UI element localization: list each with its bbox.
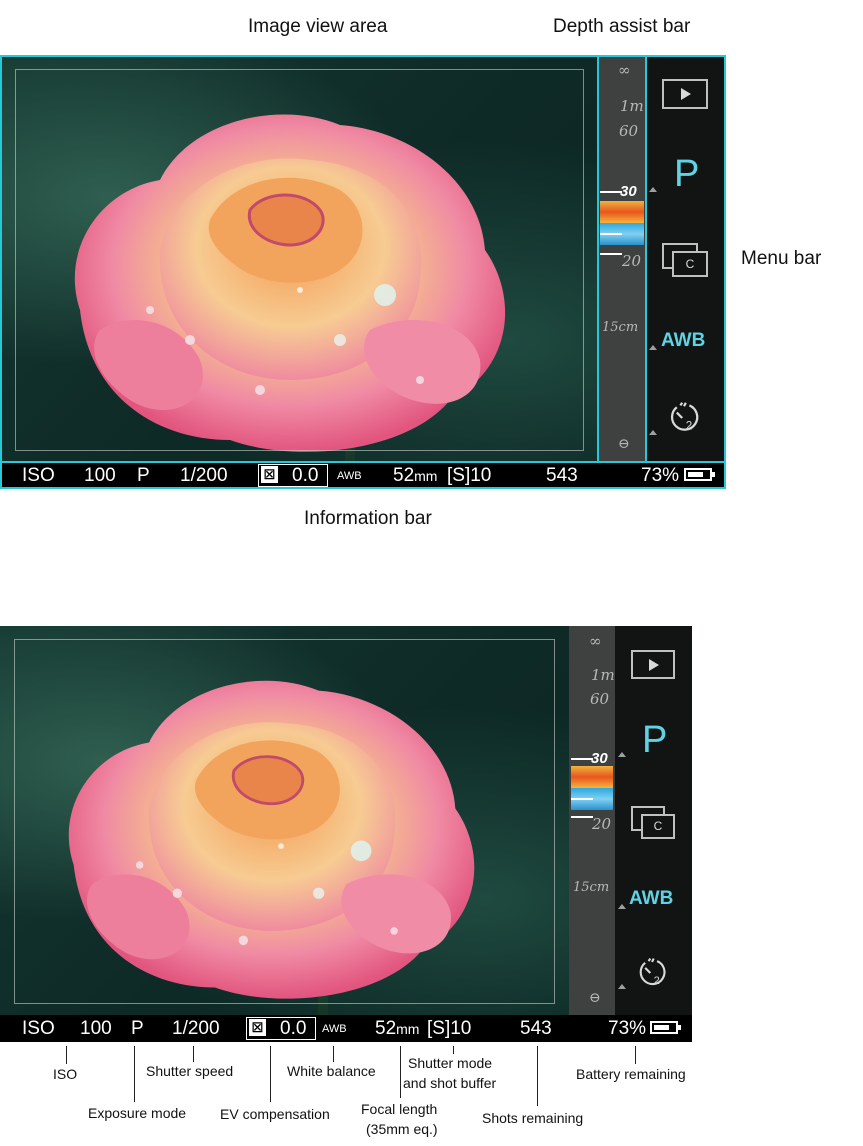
leader-ev-compensation bbox=[270, 1046, 271, 1102]
play-icon[interactable] bbox=[631, 650, 675, 679]
shutter-mode-buffer: [S]10 bbox=[427, 1018, 472, 1039]
information-bar-highlight bbox=[0, 461, 726, 489]
battery-icon bbox=[650, 1021, 681, 1034]
depth-30: 30 bbox=[591, 750, 608, 767]
depth-15cm: 15cm bbox=[573, 880, 610, 895]
white-balance: AWB bbox=[322, 1023, 347, 1035]
menu-bar-label: Menu bar bbox=[741, 248, 822, 269]
leader-exposure-mode bbox=[134, 1046, 135, 1102]
menu-bar: P C AWB 2 bbox=[615, 626, 692, 1015]
image-view-area[interactable] bbox=[0, 626, 569, 1015]
depth-20: 20 bbox=[592, 815, 612, 833]
ev-compensation-icon: ☒ bbox=[249, 1019, 266, 1036]
exposure-mode: P bbox=[131, 1018, 144, 1039]
focal-length: 52mm bbox=[375, 1018, 420, 1039]
information-bar: ISO 100 P 1/200 ☒ 0.0 AWB 52mm [S]10 543… bbox=[0, 1015, 692, 1042]
depth-infinity: ∞ bbox=[589, 632, 602, 650]
leader-white-balance bbox=[333, 1046, 334, 1062]
annotation-focal-length: Focal length bbox=[361, 1101, 438, 1117]
depth-1m: 1m bbox=[591, 666, 615, 684]
depth-marker-near-top bbox=[571, 758, 593, 760]
annotation-shutter-mode: Shutter mode bbox=[408, 1055, 493, 1071]
menu-pointer bbox=[618, 904, 626, 909]
depth-assist-bar-label: Depth assist bar bbox=[553, 16, 691, 37]
leader-focal-length bbox=[400, 1046, 401, 1098]
annotation-focal-length-eq: (35mm eq.) bbox=[366, 1121, 438, 1137]
menu-bar-highlight bbox=[645, 55, 726, 463]
depth-60: 60 bbox=[590, 690, 610, 708]
annotation-battery-remaining: Battery remaining bbox=[576, 1066, 686, 1082]
continuous-shooting-icon[interactable]: C bbox=[631, 806, 677, 840]
camera-screen-info-detail: ∞ 1m 60 30 20 15cm ⊖ P C AWB 2 ISO 100 P… bbox=[0, 626, 692, 1042]
annotation-ev-compensation: EV compensation bbox=[220, 1106, 330, 1122]
depth-bottom-icon: ⊖ bbox=[589, 990, 601, 1006]
leader-shutter-speed bbox=[193, 1046, 194, 1062]
exposure-mode-button[interactable]: P bbox=[642, 719, 667, 762]
focus-frame bbox=[14, 639, 555, 1004]
annotation-shutter-mode-buffer: and shot buffer bbox=[403, 1075, 497, 1091]
awb-button[interactable]: AWB bbox=[629, 888, 673, 910]
leader-battery-remaining bbox=[635, 1046, 636, 1064]
battery-fill bbox=[654, 1025, 669, 1030]
leader-iso bbox=[66, 1046, 67, 1064]
image-view-area-highlight bbox=[0, 55, 599, 463]
shutter-speed: 1/200 bbox=[172, 1018, 220, 1039]
leader-shots-remaining bbox=[537, 1046, 538, 1106]
depth-marker-near-bottom bbox=[571, 816, 593, 818]
svg-text:2: 2 bbox=[654, 975, 660, 987]
menu-pointer bbox=[618, 752, 626, 757]
depth-band-orange bbox=[571, 766, 613, 788]
battery-percent: 73% bbox=[608, 1018, 647, 1039]
annotation-shots-remaining: Shots remaining bbox=[482, 1110, 584, 1126]
ev-compensation: ☒ 0.0 bbox=[246, 1017, 316, 1040]
leader-shutter-mode bbox=[453, 1046, 454, 1054]
information-bar-label: Information bar bbox=[304, 508, 432, 529]
annotation-exposure-mode: Exposure mode bbox=[88, 1105, 187, 1121]
depth-marker-focus bbox=[571, 798, 593, 800]
menu-pointer bbox=[618, 984, 626, 989]
ev-value: 0.0 bbox=[280, 1018, 307, 1039]
iso-label: ISO bbox=[22, 1018, 55, 1039]
iso-value: 100 bbox=[80, 1018, 112, 1039]
self-timer-icon[interactable]: 2 bbox=[635, 956, 669, 990]
annotation-white-balance: White balance bbox=[287, 1063, 376, 1079]
annotation-shutter-speed: Shutter speed bbox=[146, 1063, 234, 1079]
camera-screen-annotated: ∞ 1m 60 30 20 15cm ⊖ P C AWB 2 ISO 100 P… bbox=[0, 55, 726, 489]
depth-assist-bar-highlight bbox=[597, 55, 647, 463]
depth-assist-bar: ∞ 1m 60 30 20 15cm ⊖ bbox=[569, 626, 615, 1015]
image-view-area-label: Image view area bbox=[248, 16, 388, 37]
shots-remaining: 543 bbox=[520, 1018, 552, 1039]
annotation-iso: ISO bbox=[53, 1066, 78, 1082]
